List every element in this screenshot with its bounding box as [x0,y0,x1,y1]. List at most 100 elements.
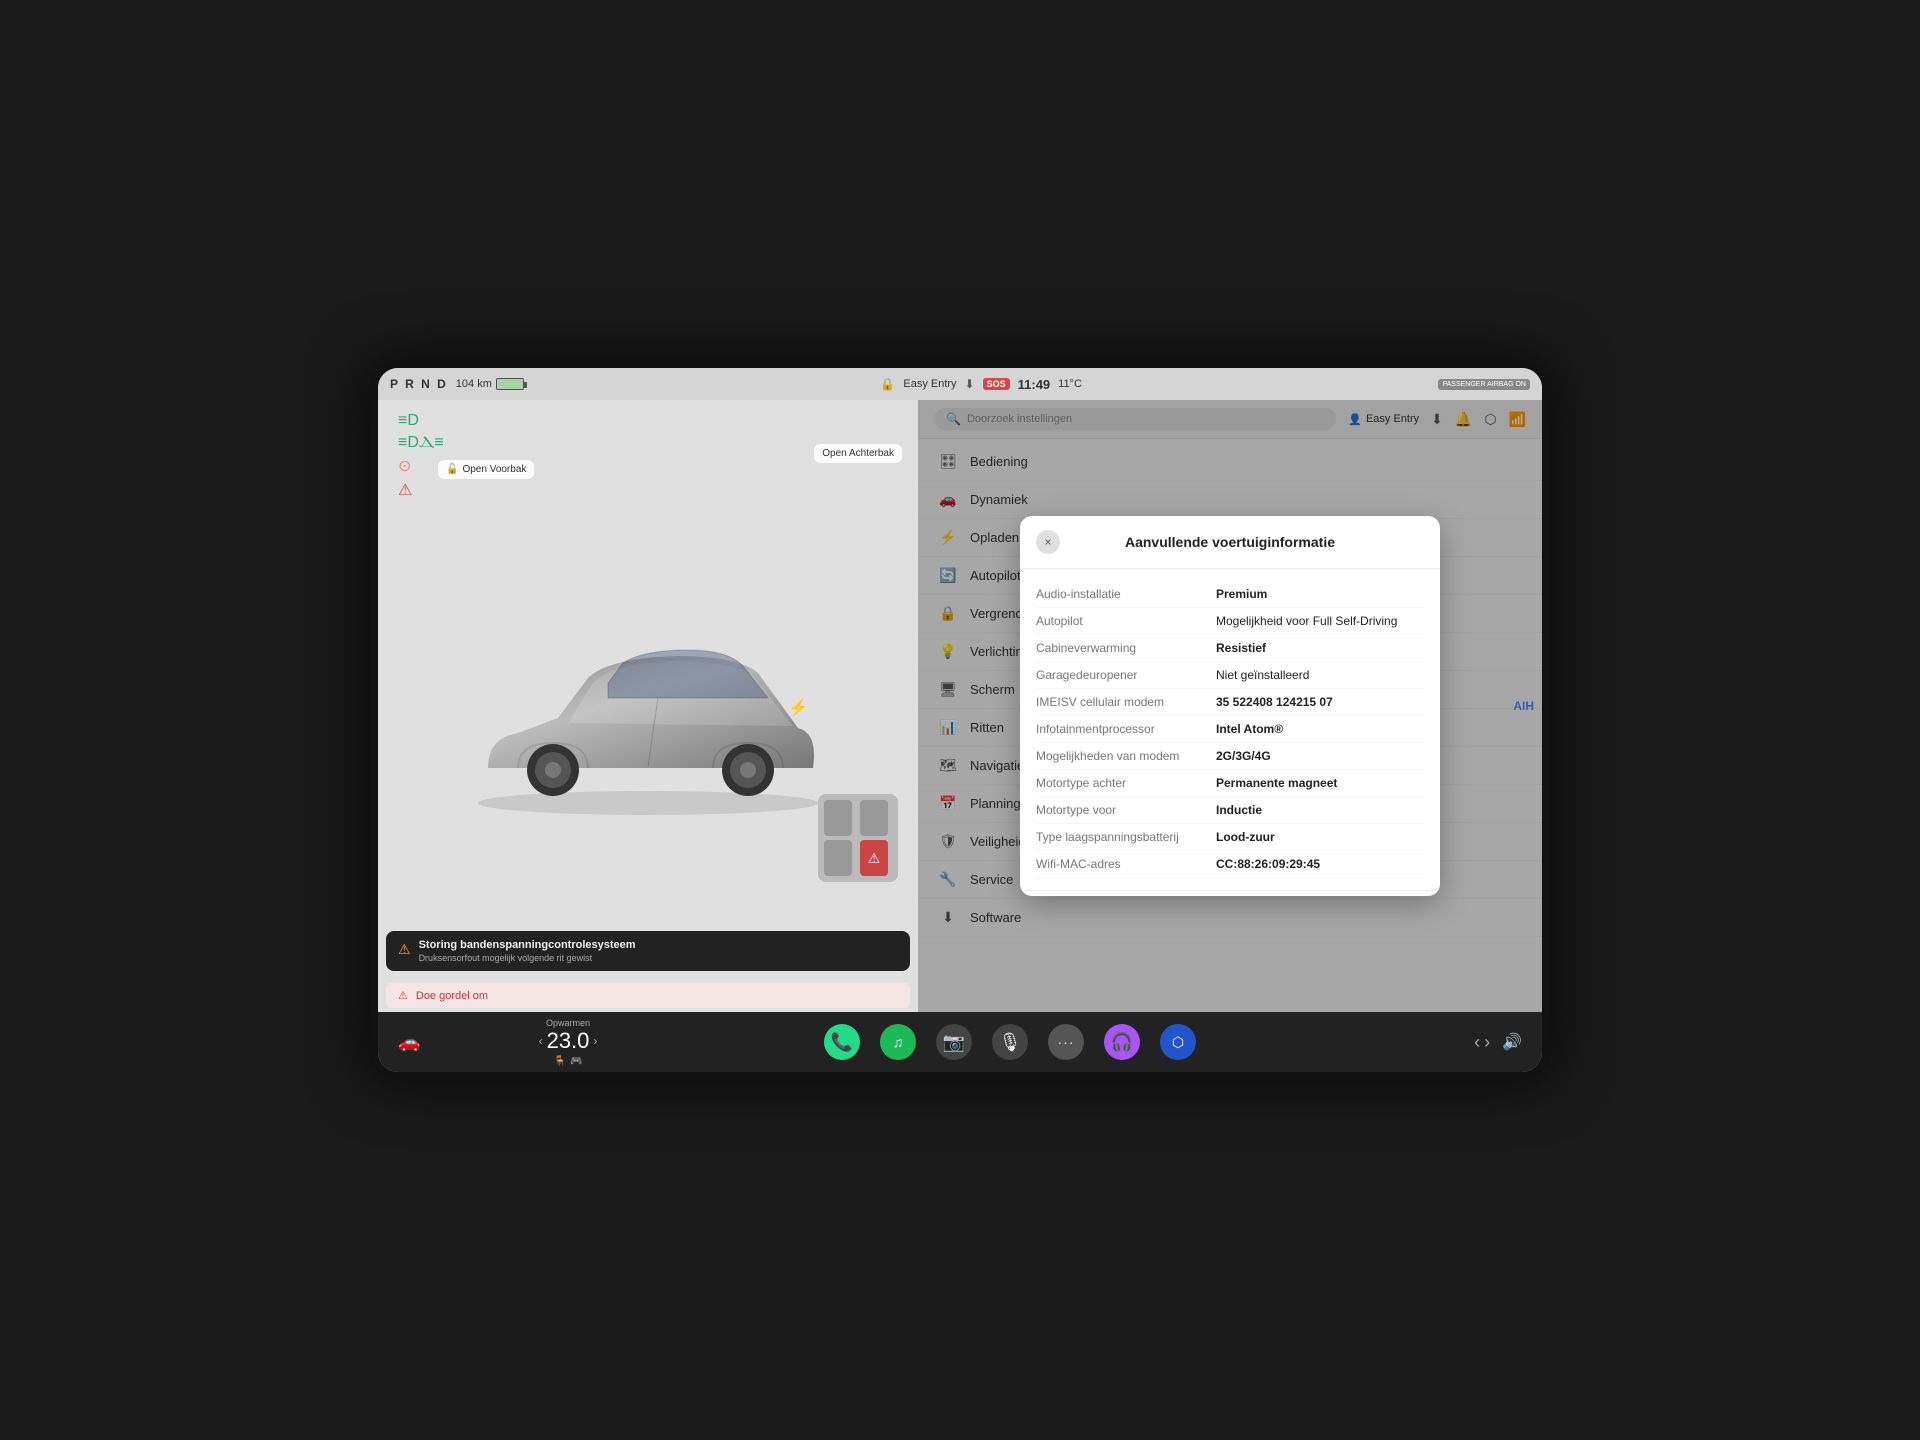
modem-value: 2G/3G/4G [1216,749,1271,763]
left-panel: ≡D ≡DⲆ≡ ⊙ ⚠ 🔓 [378,400,918,1012]
warning-subtitle: Druksensorfout mogelijk volgende rit gew… [419,953,636,963]
infotainment-label: Infotainmentprocessor [1036,722,1216,736]
battery-icon [496,378,524,390]
icon-wipers: ≡DⲆ≡ [398,434,444,452]
taskbar-icons: 📞 ♫ 📷 🎙 ··· 🎧 ⬡ [618,1024,1402,1060]
seatbelt-warning-icon: ⚠ [398,989,408,1002]
modal-close-button[interactable]: × [1036,530,1060,554]
icons-left: ≡D ≡DⲆ≡ ⊙ ⚠ [394,408,448,504]
motor-rear-value: Permanente magneet [1216,776,1337,790]
motor-front-label: Motortype voor [1036,803,1216,817]
phone-button[interactable]: 📞 [824,1024,860,1060]
spotify-button[interactable]: ♫ [880,1024,916,1060]
modem-label: Mogelijkheden van modem [1036,749,1216,763]
seatbelt-text: Doe gordel om [416,990,488,1002]
taskbar: 🚗 Opwarmen ‹ 23.0 › 🪑 🎮 📞 ♫ [378,1012,1542,1072]
tire-icon: ⊙ [398,456,411,476]
info-row-wifi: Wifi-MAC-adres CC:88:26:09:29:45 [1036,851,1424,878]
battery-value: Lood-zuur [1216,830,1275,844]
open-achterbak-button[interactable]: Open Achterbak [814,444,902,463]
seats-diagram: ⚠ [818,794,898,882]
nav-arrows: ‹ › [1474,1032,1490,1053]
icon-seatbelt: ⚠ [398,480,444,500]
info-row-battery: Type laagspanningsbatterij Lood-zuur [1036,824,1424,851]
modal-overlay: × Aanvullende voertuiginformatie Audio-i… [918,400,1542,1012]
camera-button[interactable]: 📷 [936,1024,972,1060]
podcast-button[interactable]: 🎧 [1104,1024,1140,1060]
seatbelt-warning: ⚠ Doe gordel om [386,983,910,1008]
achterbak-label: Open Achterbak [822,448,894,459]
info-row-garage: Garagedeuropener Niet geïnstalleerd [1036,662,1424,689]
seatbelt-icon: ⚠ [398,480,412,500]
info-row-imei: IMEISV cellulair modem 35 522408 124215 … [1036,689,1424,716]
camera-icon: 📷 [943,1032,965,1053]
taskbar-temp-row: ‹ 23.0 › [539,1028,598,1054]
headlight-icon: ≡D [398,412,419,430]
audio-value: Premium [1216,587,1267,601]
cabin-label: Cabineverwarming [1036,641,1216,655]
volume-icon[interactable]: 🔊 [1502,1032,1522,1052]
main-content: ≡D ≡DⲆ≡ ⊙ ⚠ 🔓 [378,400,1542,1012]
right-panel: 🔍 Doorzoek instellingen 👤 Easy Entry ⬇ 🔔… [918,400,1542,1012]
modal-header: × Aanvullende voertuiginformatie [1020,516,1440,569]
seat-rl [824,840,852,876]
car-svg: ⚡ [458,618,838,818]
garage-label: Garagedeuropener [1036,668,1216,682]
imei-value: 35 522408 124215 07 [1216,695,1333,709]
warning-title: Storing bandenspanningcontrolesysteem [419,939,636,951]
temp-icons: 🪑 🎮 [554,1056,583,1067]
seat-heat-icon: 🪑 [554,1056,566,1067]
warming-label: Opwarmen [546,1018,590,1028]
infotainment-value: Intel Atom® [1216,722,1283,736]
status-bar: P R N D 104 km 🔒 Easy Entry ⬇ SOS 11:49 … [378,368,1542,400]
prnd-display: P R N D [390,377,448,391]
modal-body: Audio-installatie Premium Autopilot Moge… [1020,569,1440,890]
audio-label: Audio-installatie [1036,587,1216,601]
warning-box: ⚠ Storing bandenspanningcontrolesysteem … [386,931,910,971]
download-icon: ⬇ [965,377,975,391]
passenger-airbag-badge: PASSENGER AIRBAG ON [1438,379,1530,390]
steering-button[interactable]: 🎙 [992,1024,1028,1060]
autopilot-info-value: Mogelijkheid voor Full Self-Driving [1216,614,1397,628]
more-button[interactable]: ··· [1048,1024,1084,1060]
vehicle-info-modal: × Aanvullende voertuiginformatie Audio-i… [1020,516,1440,896]
nav-prev-button[interactable]: ‹ [1474,1032,1480,1053]
cabin-value: Resistief [1216,641,1266,655]
temperature: 11°C [1058,378,1082,390]
autopilot-info-label: Autopilot [1036,614,1216,628]
modal-footer: Computer: Mogelijkheid voor Full Self-Dr… [1020,890,1440,896]
seat-fl [824,800,852,836]
steering-heat-icon: 🎮 [570,1056,582,1067]
imei-label: IMEISV cellulair modem [1036,695,1216,709]
seat-rr-occupied: ⚠ [860,840,888,876]
taskbar-right: ‹ › 🔊 [1402,1032,1522,1053]
icon-headlights: ≡D [398,412,444,430]
screen: P R N D 104 km 🔒 Easy Entry ⬇ SOS 11:49 … [378,368,1542,1072]
easy-entry-status: Easy Entry [903,378,956,390]
info-row-infotainment: Infotainmentprocessor Intel Atom® [1036,716,1424,743]
motor-rear-label: Motortype achter [1036,776,1216,790]
nav-next-button[interactable]: › [1484,1032,1490,1053]
open-voorbak-button[interactable]: 🔓 Open Voorbak [438,460,534,479]
temp-decrease-button[interactable]: ‹ [539,1034,543,1048]
taskbar-temp-section: Opwarmen ‹ 23.0 › 🪑 🎮 [518,1018,618,1067]
screen-bezel: P R N D 104 km 🔒 Easy Entry ⬇ SOS 11:49 … [370,360,1550,1080]
info-row-audio: Audio-installatie Premium [1036,581,1424,608]
garage-value: Niet geïnstalleerd [1216,668,1309,682]
bluetooth-button[interactable]: ⬡ [1160,1024,1196,1060]
icon-tire: ⊙ [398,456,444,476]
sos-badge: SOS [983,378,1010,390]
info-row-motor-front: Motortype voor Inductie [1036,797,1424,824]
podcast-icon: 🎧 [1111,1032,1133,1053]
taskbar-left: 🚗 [398,1032,518,1053]
bluetooth-icon-task: ⬡ [1172,1034,1184,1051]
lock-small-icon: 🔓 [446,464,458,475]
wifi-value: CC:88:26:09:29:45 [1216,857,1320,871]
temp-increase-button[interactable]: › [593,1034,597,1048]
taskbar-car-icon[interactable]: 🚗 [398,1032,420,1053]
steering-icon: 🎙 [999,1032,1022,1053]
motor-front-value: Inductie [1216,803,1262,817]
info-row-motor-rear: Motortype achter Permanente magneet [1036,770,1424,797]
wiper-icon: ≡DⲆ≡ [398,434,444,452]
spotify-icon: ♫ [893,1034,904,1050]
